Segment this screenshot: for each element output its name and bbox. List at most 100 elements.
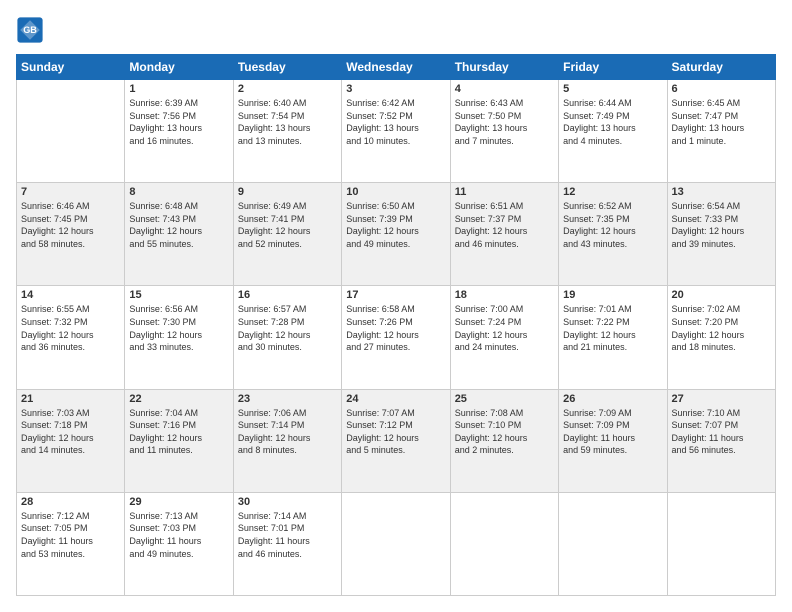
cell-info: Sunrise: 6:50 AMSunset: 7:39 PMDaylight:… — [346, 200, 445, 250]
day-header-thursday: Thursday — [450, 55, 558, 80]
calendar-cell: 18 Sunrise: 7:00 AMSunset: 7:24 PMDayligh… — [450, 286, 558, 389]
calendar-cell: 21 Sunrise: 7:03 AMSunset: 7:18 PMDayligh… — [17, 389, 125, 492]
calendar-cell — [667, 492, 775, 595]
header: GB — [16, 16, 776, 44]
cell-info: Sunrise: 7:04 AMSunset: 7:16 PMDaylight:… — [129, 407, 228, 457]
cell-day-number: 21 — [21, 393, 120, 405]
cell-info: Sunrise: 7:02 AMSunset: 7:20 PMDaylight:… — [672, 303, 771, 353]
calendar-cell: 4 Sunrise: 6:43 AMSunset: 7:50 PMDaylight… — [450, 80, 558, 183]
calendar-cell: 30 Sunrise: 7:14 AMSunset: 7:01 PMDayligh… — [233, 492, 341, 595]
calendar-cell: 28Sunrise: 7:12 AMSunset: 7:05 PMDayligh… — [17, 492, 125, 595]
cell-info: Sunrise: 7:10 AMSunset: 7:07 PMDaylight:… — [672, 407, 771, 457]
cell-info: Sunrise: 7:00 AMSunset: 7:24 PMDaylight:… — [455, 303, 554, 353]
calendar-cell: 20 Sunrise: 7:02 AMSunset: 7:20 PMDayligh… — [667, 286, 775, 389]
cell-info: Sunrise: 6:49 AMSunset: 7:41 PMDaylight:… — [238, 200, 337, 250]
cell-day-number: 17 — [346, 289, 445, 301]
cell-info: Sunrise: 7:03 AMSunset: 7:18 PMDaylight:… — [21, 407, 120, 457]
cell-day-number: 22 — [129, 393, 228, 405]
cell-day-number: 9 — [238, 186, 337, 198]
calendar-cell: 12Sunrise: 6:52 AMSunset: 7:35 PMDayligh… — [559, 183, 667, 286]
calendar-cell: 23 Sunrise: 7:06 AMSunset: 7:14 PMDayligh… — [233, 389, 341, 492]
cell-info: Sunrise: 6:52 AMSunset: 7:35 PMDaylight:… — [563, 200, 662, 250]
cell-info: Sunrise: 6:46 AMSunset: 7:45 PMDaylight:… — [21, 200, 120, 250]
day-header-saturday: Saturday — [667, 55, 775, 80]
day-header-wednesday: Wednesday — [342, 55, 450, 80]
cell-day-number: 23 — [238, 393, 337, 405]
cell-day-number: 30 — [238, 496, 337, 508]
calendar-header: SundayMondayTuesdayWednesdayThursdayFrid… — [17, 55, 776, 80]
cell-info: Sunrise: 7:13 AMSunset: 7:03 PMDaylight:… — [129, 510, 228, 560]
cell-day-number: 29 — [129, 496, 228, 508]
cell-info: Sunrise: 6:44 AMSunset: 7:49 PMDaylight:… — [563, 97, 662, 147]
calendar-cell: 8 Sunrise: 6:48 AMSunset: 7:43 PMDaylight… — [125, 183, 233, 286]
calendar-cell: 16 Sunrise: 6:57 AMSunset: 7:28 PMDayligh… — [233, 286, 341, 389]
cell-info: Sunrise: 6:54 AMSunset: 7:33 PMDaylight:… — [672, 200, 771, 250]
cell-info: Sunrise: 6:48 AMSunset: 7:43 PMDaylight:… — [129, 200, 228, 250]
cell-info: Sunrise: 7:14 AMSunset: 7:01 PMDaylight:… — [238, 510, 337, 560]
calendar-cell: 2 Sunrise: 6:40 AMSunset: 7:54 PMDaylight… — [233, 80, 341, 183]
calendar-cell: 29 Sunrise: 7:13 AMSunset: 7:03 PMDayligh… — [125, 492, 233, 595]
cell-info: Sunrise: 6:45 AMSunset: 7:47 PMDaylight:… — [672, 97, 771, 147]
svg-text:GB: GB — [23, 25, 37, 35]
cell-day-number: 7 — [21, 186, 120, 198]
cell-day-number: 26 — [563, 393, 662, 405]
cell-day-number: 3 — [346, 83, 445, 95]
cell-day-number: 1 — [129, 83, 228, 95]
calendar-body: 1 Sunrise: 6:39 AMSunset: 7:56 PMDaylight… — [17, 80, 776, 596]
cell-info: Sunrise: 7:07 AMSunset: 7:12 PMDaylight:… — [346, 407, 445, 457]
calendar-cell — [17, 80, 125, 183]
calendar-cell — [559, 492, 667, 595]
calendar-cell: 15Sunrise: 6:56 AMSunset: 7:30 PMDayligh… — [125, 286, 233, 389]
cell-info: Sunrise: 6:51 AMSunset: 7:37 PMDaylight:… — [455, 200, 554, 250]
calendar-cell: 17 Sunrise: 6:58 AMSunset: 7:26 PMDayligh… — [342, 286, 450, 389]
cell-info: Sunrise: 7:12 AMSunset: 7:05 PMDaylight:… — [21, 510, 120, 560]
calendar-cell: 24Sunrise: 7:07 AMSunset: 7:12 PMDayligh… — [342, 389, 450, 492]
calendar-week-5: 28Sunrise: 7:12 AMSunset: 7:05 PMDayligh… — [17, 492, 776, 595]
days-header-row: SundayMondayTuesdayWednesdayThursdayFrid… — [17, 55, 776, 80]
cell-day-number: 2 — [238, 83, 337, 95]
cell-day-number: 18 — [455, 289, 554, 301]
cell-info: Sunrise: 6:42 AMSunset: 7:52 PMDaylight:… — [346, 97, 445, 147]
calendar-cell: 10 Sunrise: 6:50 AMSunset: 7:39 PMDayligh… — [342, 183, 450, 286]
calendar-cell: 25Sunrise: 7:08 AMSunset: 7:10 PMDayligh… — [450, 389, 558, 492]
cell-info: Sunrise: 6:58 AMSunset: 7:26 PMDaylight:… — [346, 303, 445, 353]
cell-info: Sunrise: 7:09 AMSunset: 7:09 PMDaylight:… — [563, 407, 662, 457]
cell-day-number: 14 — [21, 289, 120, 301]
cell-info: Sunrise: 6:43 AMSunset: 7:50 PMDaylight:… — [455, 97, 554, 147]
cell-day-number: 11 — [455, 186, 554, 198]
cell-day-number: 10 — [346, 186, 445, 198]
cell-day-number: 5 — [563, 83, 662, 95]
calendar-week-4: 21 Sunrise: 7:03 AMSunset: 7:18 PMDayligh… — [17, 389, 776, 492]
cell-day-number: 8 — [129, 186, 228, 198]
cell-day-number: 16 — [238, 289, 337, 301]
day-header-tuesday: Tuesday — [233, 55, 341, 80]
calendar-cell: 6 Sunrise: 6:45 AMSunset: 7:47 PMDaylight… — [667, 80, 775, 183]
cell-day-number: 25 — [455, 393, 554, 405]
calendar-week-1: 1 Sunrise: 6:39 AMSunset: 7:56 PMDaylight… — [17, 80, 776, 183]
day-header-sunday: Sunday — [17, 55, 125, 80]
cell-day-number: 6 — [672, 83, 771, 95]
cell-info: Sunrise: 6:39 AMSunset: 7:56 PMDaylight:… — [129, 97, 228, 147]
calendar-cell: 14 Sunrise: 6:55 AMSunset: 7:32 PMDayligh… — [17, 286, 125, 389]
calendar-cell: 19Sunrise: 7:01 AMSunset: 7:22 PMDayligh… — [559, 286, 667, 389]
cell-info: Sunrise: 6:55 AMSunset: 7:32 PMDaylight:… — [21, 303, 120, 353]
calendar-cell: 5 Sunrise: 6:44 AMSunset: 7:49 PMDaylight… — [559, 80, 667, 183]
cell-info: Sunrise: 6:40 AMSunset: 7:54 PMDaylight:… — [238, 97, 337, 147]
calendar-cell: 1 Sunrise: 6:39 AMSunset: 7:56 PMDaylight… — [125, 80, 233, 183]
page: GB SundayMondayTuesdayWednesdayThursdayF… — [0, 0, 792, 612]
calendar-cell: 3 Sunrise: 6:42 AMSunset: 7:52 PMDaylight… — [342, 80, 450, 183]
calendar-cell: 9 Sunrise: 6:49 AMSunset: 7:41 PMDaylight… — [233, 183, 341, 286]
cell-info: Sunrise: 6:57 AMSunset: 7:28 PMDaylight:… — [238, 303, 337, 353]
cell-day-number: 20 — [672, 289, 771, 301]
logo-icon: GB — [16, 16, 44, 44]
calendar-week-2: 7 Sunrise: 6:46 AMSunset: 7:45 PMDaylight… — [17, 183, 776, 286]
cell-day-number: 13 — [672, 186, 771, 198]
cell-info: Sunrise: 6:56 AMSunset: 7:30 PMDaylight:… — [129, 303, 228, 353]
day-header-monday: Monday — [125, 55, 233, 80]
cell-day-number: 4 — [455, 83, 554, 95]
cell-info: Sunrise: 7:06 AMSunset: 7:14 PMDaylight:… — [238, 407, 337, 457]
day-header-friday: Friday — [559, 55, 667, 80]
calendar-week-3: 14 Sunrise: 6:55 AMSunset: 7:32 PMDayligh… — [17, 286, 776, 389]
calendar-cell — [450, 492, 558, 595]
calendar-cell: 13 Sunrise: 6:54 AMSunset: 7:33 PMDayligh… — [667, 183, 775, 286]
